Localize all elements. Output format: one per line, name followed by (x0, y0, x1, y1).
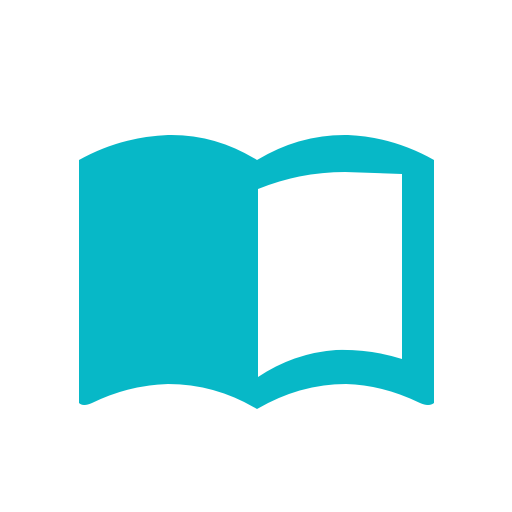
open-book-icon (79, 134, 434, 410)
book-cover (79, 134, 434, 410)
icon-canvas (0, 0, 512, 512)
